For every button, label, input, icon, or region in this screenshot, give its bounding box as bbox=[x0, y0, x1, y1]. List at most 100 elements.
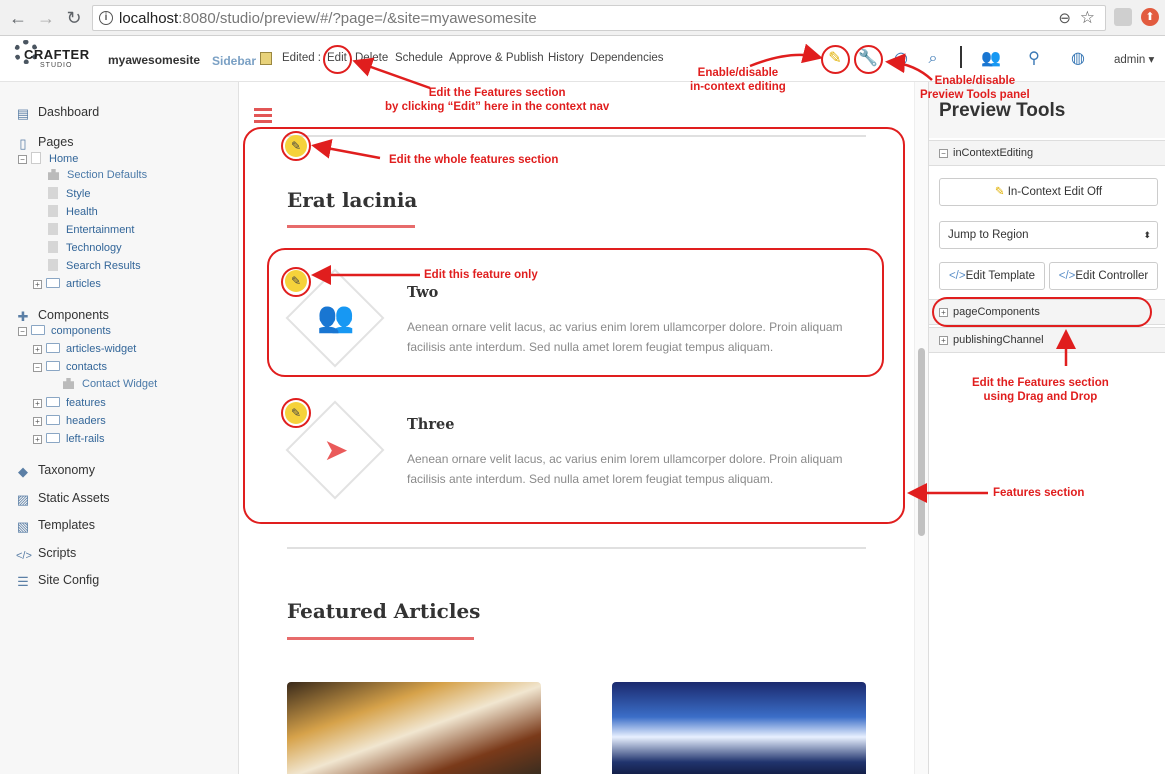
extension-icon[interactable] bbox=[1114, 8, 1132, 26]
edit-controller-button[interactable]: </>Edit Controller bbox=[1049, 262, 1158, 290]
site-name[interactable]: myawesomesite bbox=[108, 53, 200, 67]
tree-node-left-rails[interactable]: + left-rails bbox=[33, 433, 105, 445]
tree-node-contacts[interactable]: − contacts bbox=[33, 361, 107, 373]
expand-icon[interactable]: + bbox=[939, 336, 948, 345]
featured-articles-title: Featured Articles bbox=[287, 599, 481, 623]
select-arrows-icon: ⬍ bbox=[1143, 230, 1151, 240]
crafter-logo[interactable]: CRAFTER STUDIO bbox=[14, 40, 89, 78]
page-icon bbox=[48, 205, 58, 217]
sidebar-item-pages[interactable]: ▯ Pages bbox=[16, 135, 73, 150]
component-icon bbox=[48, 169, 59, 180]
annotation-pagecomponents-box bbox=[932, 297, 1152, 327]
expand-icon[interactable]: + bbox=[33, 280, 42, 289]
page-edit-icon bbox=[260, 52, 272, 65]
tree-node-section-defaults[interactable]: Section Defaults bbox=[48, 169, 147, 181]
folder-open-icon bbox=[31, 325, 45, 335]
bookmark-star-icon[interactable]: ☆ bbox=[1080, 8, 1095, 28]
info-icon[interactable]: i bbox=[99, 11, 113, 25]
sidebar-item-taxonomy[interactable]: ◆ Taxonomy bbox=[16, 463, 95, 478]
dependencies-button[interactable]: Dependencies bbox=[590, 52, 664, 64]
annotation-ice-toggle: Enable/disable in-context editing bbox=[690, 67, 786, 93]
preview-scrollbar[interactable] bbox=[914, 82, 928, 774]
page-icon bbox=[48, 187, 58, 199]
upload-extension-icon[interactable]: ⬆ bbox=[1141, 8, 1159, 26]
tree-node-features[interactable]: + features bbox=[33, 397, 106, 409]
zoom-icon[interactable]: ⊖ bbox=[1058, 9, 1071, 27]
tree-node-home[interactable]: − Home bbox=[18, 152, 78, 165]
sidebar-item-templates[interactable]: ▧ Templates bbox=[16, 518, 95, 533]
history-button[interactable]: History bbox=[548, 52, 584, 64]
code-icon: </> bbox=[16, 550, 32, 562]
sidebar-item-components[interactable]: ✚ Components bbox=[16, 308, 109, 323]
pages-icon: ▯ bbox=[19, 136, 27, 151]
page-icon bbox=[31, 152, 41, 164]
annotation-edit-whole: Edit the whole features section bbox=[389, 154, 559, 166]
site-sidebar: ▤ Dashboard ▯ Pages − Home Section Defaults… bbox=[0, 82, 239, 774]
sidebar-item-static-assets[interactable]: ▨ Static Assets bbox=[16, 491, 110, 506]
folder-open-icon bbox=[46, 361, 60, 371]
schedule-button[interactable]: Schedule bbox=[395, 52, 443, 64]
edit-template-button[interactable]: </>Edit Template bbox=[939, 262, 1045, 290]
pencil-icon: ✎ bbox=[994, 186, 1005, 198]
annotation-ring bbox=[821, 45, 850, 74]
tree-node-contact-widget[interactable]: Contact Widget bbox=[63, 378, 157, 390]
sidebar-item-dashboard[interactable]: ▤ Dashboard bbox=[16, 105, 99, 120]
tree-node-health[interactable]: Health bbox=[48, 205, 98, 218]
article-card-image[interactable] bbox=[612, 682, 866, 774]
back-icon[interactable]: ← bbox=[6, 6, 30, 30]
component-icon bbox=[63, 378, 74, 389]
jump-to-region-select[interactable]: Jump to Region ⬍ bbox=[939, 221, 1158, 249]
sidebar-toggle[interactable]: Sidebar bbox=[212, 54, 256, 68]
folder-icon bbox=[46, 415, 60, 425]
address-bar[interactable]: i localhost:8080/studio/preview/#/?page=… bbox=[92, 5, 1106, 31]
page-icon bbox=[48, 259, 58, 271]
users-icon[interactable]: 👥 bbox=[978, 46, 1004, 72]
folder-icon bbox=[46, 433, 60, 443]
tag-icon: ◆ bbox=[18, 464, 28, 479]
collapse-icon[interactable]: − bbox=[939, 149, 948, 158]
target-icon[interactable]: ◎ bbox=[888, 46, 914, 72]
code-icon: </> bbox=[948, 270, 966, 282]
tree-node-search-results[interactable]: Search Results bbox=[48, 259, 141, 272]
image-icon: ▨ bbox=[16, 492, 30, 507]
expand-icon[interactable]: + bbox=[33, 417, 42, 426]
tree-node-entertainment[interactable]: Entertainment bbox=[48, 223, 134, 236]
expand-icon[interactable]: + bbox=[33, 345, 42, 354]
tree-node-technology[interactable]: Technology bbox=[48, 241, 122, 254]
help-icon[interactable]: ◍ bbox=[1065, 46, 1091, 72]
tree-node-articles[interactable]: + articles bbox=[33, 278, 101, 290]
tree-node-headers[interactable]: + headers bbox=[33, 415, 106, 427]
search-icon[interactable]: ⌕ bbox=[920, 46, 946, 72]
forward-icon[interactable]: → bbox=[34, 6, 58, 30]
scrollbar-thumb[interactable] bbox=[918, 348, 925, 536]
section-in-context-editing[interactable]: − inContextEditing bbox=[929, 140, 1165, 166]
annotation-tools-toggle: Enable/disable Preview Tools panel bbox=[920, 75, 1030, 101]
in-context-edit-toggle-button[interactable]: ✎ In-Context Edit Off bbox=[939, 178, 1158, 206]
annotation-ring bbox=[323, 45, 352, 74]
sitemap-icon[interactable]: ⚲ bbox=[1021, 46, 1047, 72]
annotation-edit-feature: Edit this feature only bbox=[424, 269, 538, 281]
preview-tools-title: Preview Tools bbox=[939, 100, 1066, 121]
sidebar-item-scripts[interactable]: </> Scripts bbox=[16, 546, 76, 563]
folder-icon bbox=[46, 278, 60, 288]
tree-node-articles-widget[interactable]: + articles-widget bbox=[33, 343, 136, 355]
admin-menu[interactable]: admin ▾ bbox=[1114, 52, 1154, 66]
collapse-icon[interactable]: − bbox=[33, 363, 42, 372]
expand-icon[interactable]: + bbox=[33, 399, 42, 408]
preview-tools-panel: Preview Tools − inContextEditing ✎ In-Con… bbox=[928, 82, 1165, 774]
article-card-image[interactable] bbox=[287, 682, 541, 774]
reload-icon[interactable]: ↻ bbox=[62, 6, 86, 30]
approve-publish-button[interactable]: Approve & Publish bbox=[449, 52, 544, 64]
url-text[interactable]: localhost:8080/studio/preview/#/?page=/&… bbox=[119, 10, 537, 27]
menu-hamburger-icon[interactable] bbox=[254, 108, 272, 124]
tree-node-components[interactable]: − components bbox=[18, 325, 111, 337]
sliders-icon: ☰ bbox=[17, 574, 29, 589]
tree-node-style[interactable]: Style bbox=[48, 187, 90, 200]
collapse-icon[interactable]: − bbox=[18, 155, 27, 164]
collapse-icon[interactable]: − bbox=[18, 327, 27, 336]
delete-button[interactable]: Delete bbox=[355, 52, 388, 64]
sidebar-item-site-config[interactable]: ☰ Site Config bbox=[16, 573, 99, 588]
annotation-features-section: Features section bbox=[993, 487, 1085, 499]
expand-icon[interactable]: + bbox=[33, 435, 42, 444]
section-publishing-channel[interactable]: + publishingChannel bbox=[929, 327, 1165, 353]
